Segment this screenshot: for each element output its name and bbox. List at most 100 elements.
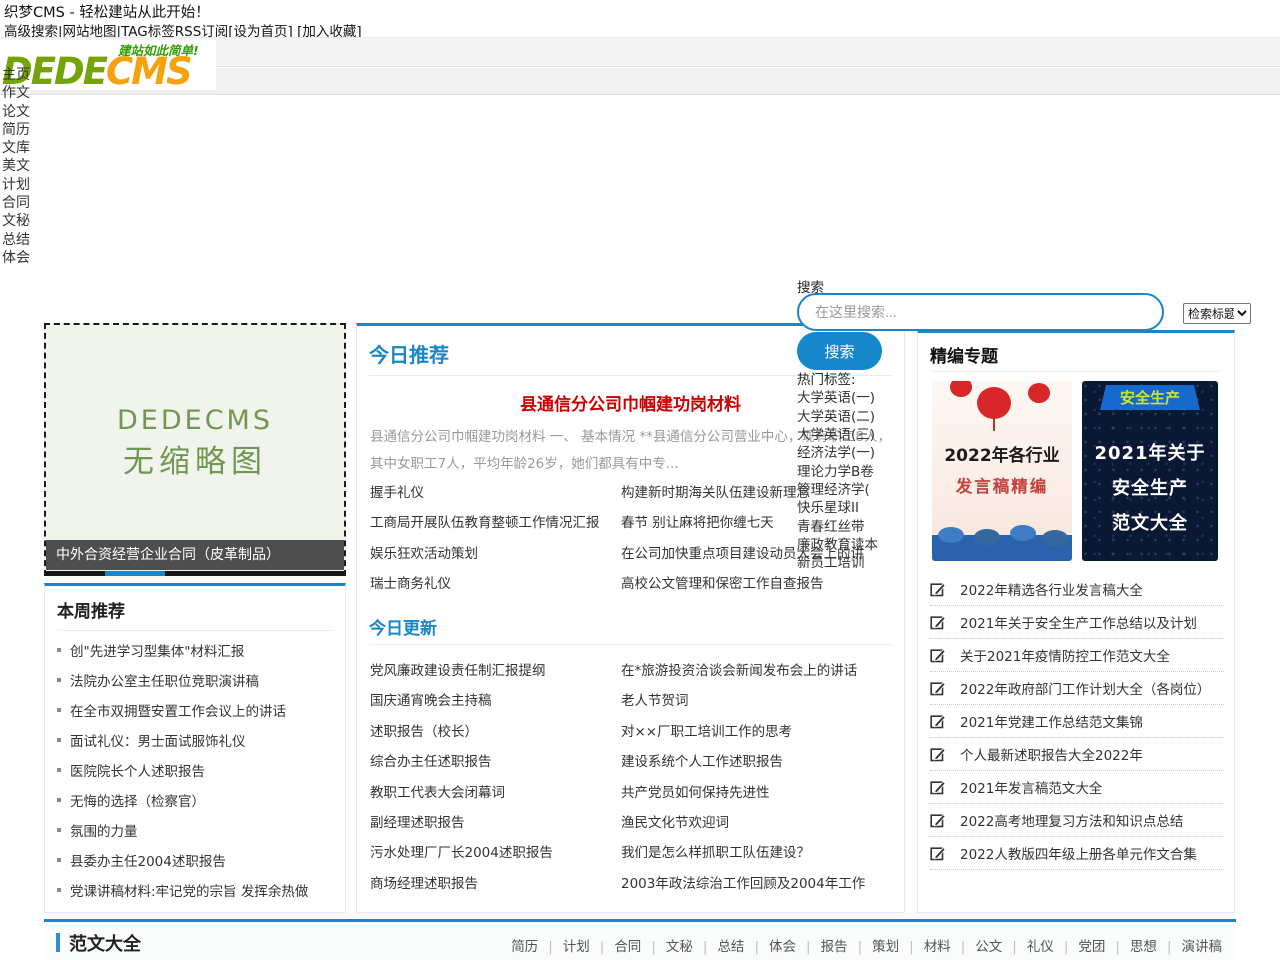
list-item[interactable]: 县委办主任2004述职报告 — [57, 845, 339, 875]
square-bullet-icon — [57, 858, 61, 862]
nav-item[interactable]: 体会 — [2, 249, 30, 267]
square-bullet-icon — [57, 738, 61, 742]
category-link[interactable]: 合同 — [590, 939, 642, 955]
category-link[interactable]: 报告 — [796, 939, 848, 955]
article-link[interactable]: 共产党员如何保持先进性 — [621, 778, 896, 808]
topic-list-item[interactable]: 2022年精选各行业发言稿大全 — [930, 573, 1224, 606]
category-link[interactable]: 材料 — [899, 939, 951, 955]
nav-item[interactable]: 计划 — [2, 176, 30, 194]
category-link[interactable]: 计划 — [538, 939, 590, 955]
article-link[interactable]: 瑞士商务礼仪 — [370, 569, 621, 599]
article-link[interactable]: 对××厂职工培训工作的思考 — [621, 717, 896, 747]
category-link[interactable]: 礼仪 — [1002, 939, 1054, 955]
category-link[interactable]: 党团 — [1054, 939, 1106, 955]
square-bullet-icon — [57, 798, 61, 802]
site-logo[interactable]: 建站如此简单! DEDECMS — [0, 40, 216, 90]
category-link[interactable]: 思想 — [1105, 939, 1157, 955]
category-link[interactable]: 体会 — [744, 939, 796, 955]
article-link[interactable]: 渔民文化节欢迎词 — [621, 808, 896, 838]
nav-item[interactable]: 总结 — [2, 231, 30, 249]
article-link[interactable]: 在*旅游投资洽谈会新闻发布会上的讲话 — [621, 656, 896, 686]
search-button[interactable]: 搜索 — [797, 332, 882, 370]
topic-list-item[interactable]: 2021年发言稿范文大全 — [930, 771, 1224, 804]
tag-link[interactable]: 青春红丝带 — [797, 518, 878, 536]
search-scope-select[interactable]: 检索标题 — [1183, 303, 1251, 324]
article-link[interactable]: 我们是怎么样抓职工队伍建设？ — [621, 838, 896, 868]
article-link[interactable]: 建设系统个人工作述职报告 — [621, 747, 896, 777]
edit-icon — [930, 647, 946, 663]
article-link[interactable]: 高校公文管理和保密工作自查报告 — [621, 569, 896, 599]
article-link[interactable]: 娱乐狂欢活动策划 — [370, 539, 621, 569]
footer-category-links: 简历计划合同文秘总结体会报告策划材料公文礼仪党团思想演讲稿 — [511, 935, 1222, 955]
topic-link-label: 2022年精选各行业发言稿大全 — [960, 579, 1143, 599]
edit-icon — [930, 845, 946, 861]
article-link[interactable]: 握手礼仪 — [370, 478, 621, 508]
list-item[interactable]: 党课讲稿材料:牢记党的宗旨 发挥余热做 — [57, 875, 339, 905]
tag-link[interactable]: 经济法学(一) — [797, 444, 878, 462]
topic-list-item[interactable]: 2022人教版四年级上册各单元作文合集 — [930, 837, 1224, 870]
article-link[interactable]: 污水处理厂厂长2004述职报告 — [370, 838, 621, 868]
divider — [930, 371, 1222, 372]
link-row: 党风廉政建设责任制汇报提纲 在*旅游投资洽谈会新闻发布会上的讲话 — [370, 656, 896, 686]
topic-banner-safety[interactable]: 安全生产 2021年关于 安全生产 范文大全 — [1082, 381, 1218, 561]
tag-link[interactable]: 理论力学B卷 — [797, 463, 878, 481]
article-link[interactable]: 2003年政法综治工作回顾及2004年工作 — [621, 869, 896, 899]
nav-item[interactable]: 美文 — [2, 157, 30, 175]
search-input[interactable] — [797, 293, 1164, 331]
category-link[interactable]: 公文 — [951, 939, 1003, 955]
category-link[interactable]: 策划 — [848, 939, 900, 955]
topic-list-item[interactable]: 2021年关于安全生产工作总结以及计划 — [930, 606, 1224, 639]
category-link[interactable]: 演讲稿 — [1157, 939, 1222, 955]
square-bullet-icon — [57, 768, 61, 772]
topic-list-item[interactable]: 2022高考地理复习方法和知识点总结 — [930, 804, 1224, 837]
list-item[interactable]: 面试礼仪：男士面试服饰礼仪 — [57, 725, 339, 755]
article-link[interactable]: 老人节贺词 — [621, 686, 896, 716]
main-nav: 主页作文论文简历文库美文计划合同文秘总结体会 — [2, 66, 30, 267]
article-link[interactable]: 述职报告（校长） — [370, 717, 621, 747]
tag-link[interactable]: 大学英语(一) — [797, 389, 878, 407]
article-link[interactable]: 国庆通宵晚会主持稿 — [370, 686, 621, 716]
article-link[interactable]: 综合办主任述职报告 — [370, 747, 621, 777]
list-item[interactable]: 创"先进学习型集体"材料汇报 — [57, 635, 339, 665]
topic-list-item[interactable]: 2022年政府部门工作计划大全（各岗位） — [930, 672, 1224, 705]
list-item[interactable]: 法院办公室主任职位竞职演讲稿 — [57, 665, 339, 695]
footer-section-title: 范文大全 — [69, 930, 141, 956]
carousel-scrollbar-thumb[interactable] — [105, 571, 165, 576]
topic-list-item[interactable]: 关于2021年疫情防控工作范文大全 — [930, 639, 1224, 672]
list-item[interactable]: 在全市双拥暨安置工作会议上的讲话 — [57, 695, 339, 725]
nav-item[interactable]: 文秘 — [2, 212, 30, 230]
tag-link[interactable]: 廉政教育读本 — [797, 536, 878, 554]
nav-item[interactable]: 文库 — [2, 139, 30, 157]
banner-text: 发言稿精编 — [932, 473, 1072, 497]
nav-item[interactable]: 简历 — [2, 121, 30, 139]
slider-caption[interactable]: 中外合资经营企业合同（皮革制品） — [46, 540, 344, 570]
article-link[interactable]: 教职工代表大会闭幕词 — [370, 778, 621, 808]
nav-item[interactable]: 论文 — [2, 103, 30, 121]
topic-list-item[interactable]: 个人最新述职报告大全2022年 — [930, 738, 1224, 771]
tag-link[interactable]: 大学英语(三) — [797, 426, 878, 444]
list-item[interactable]: 氛围的力量 — [57, 815, 339, 845]
category-link[interactable]: 简历 — [511, 939, 538, 955]
nav-item[interactable]: 主页 — [2, 66, 30, 84]
tag-link[interactable]: 管理经济学( — [797, 481, 878, 499]
list-item-label: 党课讲稿材料:牢记党的宗旨 发挥余热做 — [70, 880, 308, 900]
list-item[interactable]: 医院院长个人述职报告 — [57, 755, 339, 785]
slider-thumbnail[interactable]: DEDECMS 无缩略图 中外合资经营企业合同（皮革制品） — [44, 323, 346, 576]
topic-link-label: 2021年党建工作总结范文集锦 — [960, 711, 1143, 731]
tag-link[interactable]: 新员工培训 — [797, 554, 878, 572]
topic-banner-speeches[interactable]: 2022年各行业 发言稿精编 — [932, 381, 1072, 561]
tag-link[interactable]: 快乐星球II — [797, 499, 878, 517]
category-link[interactable]: 总结 — [693, 939, 745, 955]
nav-item[interactable]: 合同 — [2, 194, 30, 212]
article-link[interactable]: 商场经理述职报告 — [370, 869, 621, 899]
article-link[interactable]: 工商局开展队伍教育整顿工作情况汇报 — [370, 508, 621, 538]
category-link[interactable]: 文秘 — [641, 939, 693, 955]
link-row: 副经理述职报告 渔民文化节欢迎词 — [370, 808, 896, 838]
square-bullet-icon — [57, 828, 61, 832]
nav-item[interactable]: 作文 — [2, 84, 30, 102]
article-link[interactable]: 副经理述职报告 — [370, 808, 621, 838]
list-item[interactable]: 无悔的选择（检察官） — [57, 785, 339, 815]
article-link[interactable]: 党风廉政建设责任制汇报提纲 — [370, 656, 621, 686]
tag-link[interactable]: 大学英语(二) — [797, 408, 878, 426]
topic-list-item[interactable]: 2021年党建工作总结范文集锦 — [930, 705, 1224, 738]
